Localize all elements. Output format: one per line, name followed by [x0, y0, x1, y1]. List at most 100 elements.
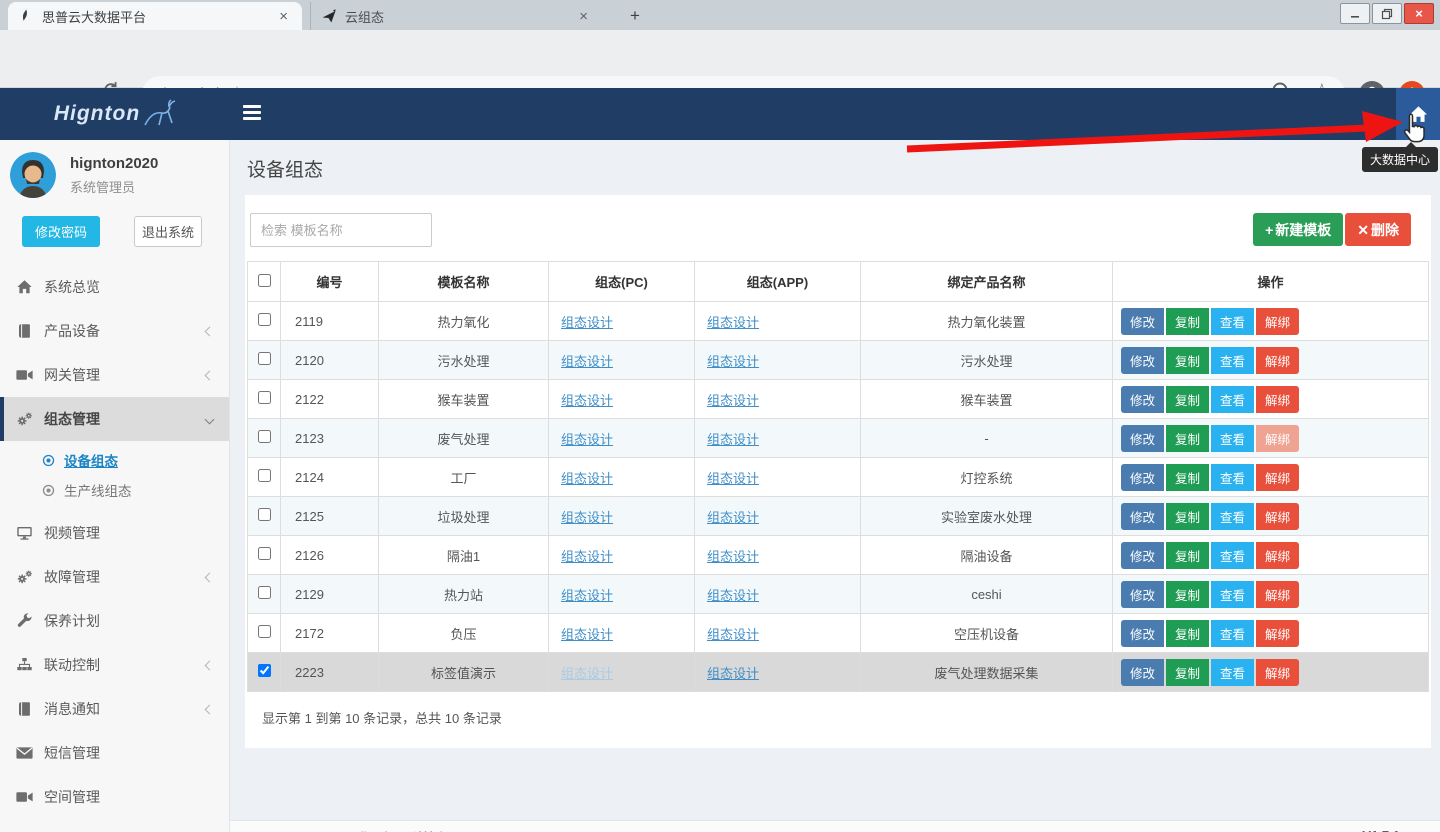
copy-button[interactable]: 复制 [1166, 386, 1209, 413]
bigdata-home-button[interactable] [1396, 88, 1440, 140]
sidebar-item[interactable]: 联动控制 [0, 643, 229, 687]
search-input[interactable] [250, 213, 432, 247]
close-button[interactable]: × [1404, 3, 1434, 24]
view-button[interactable]: 查看 [1211, 425, 1254, 452]
pc-design-link[interactable]: 组态设计 [561, 354, 613, 369]
select-all-checkbox[interactable] [258, 274, 271, 287]
edit-button[interactable]: 修改 [1121, 503, 1164, 530]
sidebar-item[interactable]: 网关管理 [0, 353, 229, 397]
row-checkbox[interactable] [258, 664, 271, 677]
pc-design-link[interactable]: 组态设计 [561, 666, 613, 681]
hamburger-menu-icon[interactable] [243, 105, 261, 120]
sidebar-item[interactable]: 故障管理 [0, 555, 229, 599]
edit-button[interactable]: 修改 [1121, 308, 1164, 335]
sidebar-item[interactable]: 保养计划 [0, 599, 229, 643]
copy-button[interactable]: 复制 [1166, 542, 1209, 569]
app-design-link[interactable]: 组态设计 [707, 432, 759, 447]
app-design-link[interactable]: 组态设计 [707, 627, 759, 642]
unbind-button[interactable]: 解绑 [1256, 386, 1299, 413]
logout-button[interactable]: 退出系统 [134, 216, 202, 247]
view-button[interactable]: 查看 [1211, 542, 1254, 569]
row-checkbox[interactable] [258, 391, 271, 404]
edit-button[interactable]: 修改 [1121, 464, 1164, 491]
sidebar-item[interactable]: 消息通知 [0, 687, 229, 731]
row-checkbox[interactable] [258, 430, 271, 443]
copy-button[interactable]: 复制 [1166, 620, 1209, 647]
view-button[interactable]: 查看 [1211, 386, 1254, 413]
new-tab-button[interactable]: + [622, 4, 648, 28]
sidebar-item[interactable]: 视频管理 [0, 511, 229, 555]
app-design-link[interactable]: 组态设计 [707, 588, 759, 603]
view-button[interactable]: 查看 [1211, 659, 1254, 686]
row-checkbox[interactable] [258, 469, 271, 482]
unbind-button[interactable]: 解绑 [1256, 620, 1299, 647]
pc-design-link[interactable]: 组态设计 [561, 588, 613, 603]
unbind-button[interactable]: 解绑 [1256, 542, 1299, 569]
pc-design-link[interactable]: 组态设计 [561, 393, 613, 408]
sidebar-item[interactable]: 组态管理 [0, 397, 229, 441]
sidebar-subitem[interactable]: 设备组态 [0, 445, 229, 475]
pc-design-link[interactable]: 组态设计 [561, 549, 613, 564]
copy-button[interactable]: 复制 [1166, 503, 1209, 530]
app-design-link[interactable]: 组态设计 [707, 354, 759, 369]
unbind-button[interactable]: 解绑 [1256, 464, 1299, 491]
row-checkbox[interactable] [258, 586, 271, 599]
tab-close-icon[interactable]: × [275, 8, 292, 25]
copy-button[interactable]: 复制 [1166, 425, 1209, 452]
tab-close-icon[interactable]: × [575, 8, 592, 25]
edit-button[interactable]: 修改 [1121, 386, 1164, 413]
sidebar-item[interactable]: 空间管理 [0, 775, 229, 819]
pc-design-link[interactable]: 组态设计 [561, 315, 613, 330]
app-design-link[interactable]: 组态设计 [707, 315, 759, 330]
view-button[interactable]: 查看 [1211, 347, 1254, 374]
app-design-link[interactable]: 组态设计 [707, 549, 759, 564]
pc-design-link[interactable]: 组态设计 [561, 510, 613, 525]
copy-button[interactable]: 复制 [1166, 308, 1209, 335]
sidebar-item[interactable]: 短信管理 [0, 731, 229, 775]
copy-button[interactable]: 复制 [1166, 581, 1209, 608]
browser-tab-inactive[interactable]: 云组态 × [310, 2, 602, 30]
edit-button[interactable]: 修改 [1121, 347, 1164, 374]
edit-button[interactable]: 修改 [1121, 542, 1164, 569]
gears-icon [16, 411, 33, 427]
create-template-button[interactable]: +新建模板 [1253, 213, 1343, 246]
pc-design-link[interactable]: 组态设计 [561, 471, 613, 486]
pc-design-link[interactable]: 组态设计 [561, 432, 613, 447]
delete-button[interactable]: ✕删除 [1345, 213, 1411, 246]
view-button[interactable]: 查看 [1211, 464, 1254, 491]
copy-button[interactable]: 复制 [1166, 347, 1209, 374]
unbind-button[interactable]: 解绑 [1256, 308, 1299, 335]
unbind-button[interactable]: 解绑 [1256, 659, 1299, 686]
row-checkbox[interactable] [258, 625, 271, 638]
row-checkbox[interactable] [258, 508, 271, 521]
sidebar-item[interactable]: 系统总览 [0, 265, 229, 309]
view-button[interactable]: 查看 [1211, 581, 1254, 608]
edit-button[interactable]: 修改 [1121, 425, 1164, 452]
copy-button[interactable]: 复制 [1166, 659, 1209, 686]
unbind-button[interactable]: 解绑 [1256, 347, 1299, 374]
row-checkbox[interactable] [258, 547, 271, 560]
browser-tab-active[interactable]: 思普云大数据平台 × [8, 2, 302, 30]
row-checkbox[interactable] [258, 352, 271, 365]
app-design-link[interactable]: 组态设计 [707, 393, 759, 408]
view-button[interactable]: 查看 [1211, 620, 1254, 647]
copy-button[interactable]: 复制 [1166, 464, 1209, 491]
sidebar-item[interactable]: 产品设备 [0, 309, 229, 353]
edit-button[interactable]: 修改 [1121, 659, 1164, 686]
view-button[interactable]: 查看 [1211, 308, 1254, 335]
change-password-button[interactable]: 修改密码 [22, 216, 100, 247]
app-design-link[interactable]: 组态设计 [707, 666, 759, 681]
app-design-link[interactable]: 组态设计 [707, 471, 759, 486]
unbind-button[interactable]: 解绑 [1256, 503, 1299, 530]
edit-button[interactable]: 修改 [1121, 581, 1164, 608]
sidebar-subitem[interactable]: 生产线组态 [0, 475, 229, 505]
edit-button[interactable]: 修改 [1121, 620, 1164, 647]
unbind-button[interactable]: 解绑 [1256, 581, 1299, 608]
pc-design-link[interactable]: 组态设计 [561, 627, 613, 642]
unbind-button[interactable]: 解绑 [1256, 425, 1299, 452]
minimize-button[interactable] [1340, 3, 1370, 24]
restore-button[interactable] [1372, 3, 1402, 24]
view-button[interactable]: 查看 [1211, 503, 1254, 530]
row-checkbox[interactable] [258, 313, 271, 326]
app-design-link[interactable]: 组态设计 [707, 510, 759, 525]
